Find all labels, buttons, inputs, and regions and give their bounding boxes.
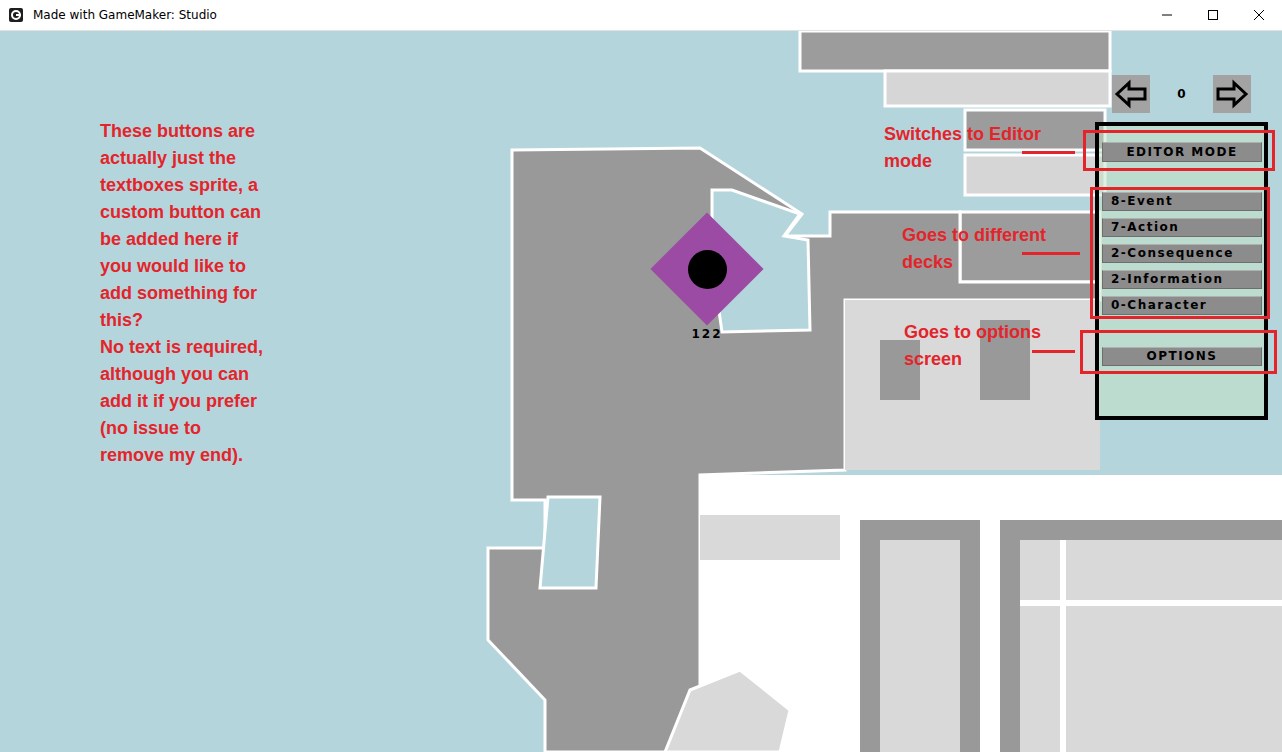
editor-mode-button[interactable]: EDITOR MODE — [1102, 142, 1262, 162]
callout-box — [1083, 130, 1275, 171]
left-arrow-icon — [1112, 75, 1150, 113]
callout-pointer — [1022, 252, 1080, 255]
game-window: Made with GameMaker: Studio These button… — [0, 0, 1282, 752]
callout-line: Goes to options — [904, 319, 1041, 346]
minimize-button[interactable] — [1144, 0, 1190, 30]
page-counter: 0 — [1177, 87, 1185, 101]
deck-button[interactable]: 8-Event — [1102, 192, 1262, 211]
callout-label: Goes to optionsscreen — [904, 319, 1041, 373]
annotation-line: although you can — [100, 361, 263, 388]
callout-box — [1080, 330, 1277, 374]
window-title: Made with GameMaker: Studio — [33, 8, 217, 22]
marker-label: 122 — [677, 327, 737, 341]
map-city — [665, 475, 1282, 752]
callout-box — [1090, 187, 1270, 319]
annotation-line: textboxes sprite, a — [100, 172, 263, 199]
game-view: These buttons areactually just thetextbo… — [0, 31, 1282, 752]
callout-label: Goes to differentdecks — [902, 222, 1046, 276]
deck-list: 8-Event 7-Action 2-Consequence 2-Informatio… — [1102, 192, 1262, 315]
annotation-line: remove my end). — [100, 442, 263, 469]
annotation-line: add something for — [100, 280, 263, 307]
callout-line: Switches to Editor — [884, 121, 1041, 148]
prev-button[interactable] — [1112, 75, 1150, 113]
map-water — [0, 31, 1282, 752]
title-bar: Made with GameMaker: Studio — [0, 0, 1282, 31]
annotation-line: you would like to — [100, 253, 263, 280]
deck-button[interactable]: 2-Information — [1102, 270, 1262, 289]
map-pond — [540, 497, 600, 588]
callout-pointer — [1022, 151, 1075, 154]
map-marker[interactable] — [651, 213, 764, 326]
callout-pointer — [1032, 350, 1075, 353]
menu-panel: EDITOR MODE 8-Event 7-Action 2-Consequence… — [1095, 122, 1268, 420]
map-buildings — [845, 300, 1100, 470]
callout-line: screen — [904, 346, 1041, 373]
maximize-icon — [1208, 10, 1218, 20]
deck-button[interactable]: 0-Character — [1102, 296, 1262, 315]
deck-button[interactable]: 7-Action — [1102, 218, 1262, 237]
callout-line: mode — [884, 148, 1041, 175]
deck-button[interactable]: 2-Consequence — [1102, 244, 1262, 263]
annotation-line: be added here if — [100, 226, 263, 253]
right-arrow-icon — [1213, 75, 1251, 113]
marker-dot — [688, 250, 727, 289]
pager: 0 — [1095, 75, 1268, 113]
annotation-line: No text is required, — [100, 334, 263, 361]
gamemaker-icon — [9, 8, 23, 22]
minimize-icon — [1162, 10, 1172, 20]
annotation-line: this? — [100, 307, 263, 334]
callout-line: Goes to different — [902, 222, 1046, 249]
maximize-button[interactable] — [1190, 0, 1236, 30]
side-menu: 0 EDITOR MODE 8-Event 7-Action 2-Consequen… — [1095, 75, 1268, 420]
annotation-note: These buttons areactually just thetextbo… — [100, 118, 263, 469]
close-button[interactable] — [1236, 0, 1282, 30]
annotation-line: custom button can — [100, 199, 263, 226]
callout-label: Switches to Editormode — [884, 121, 1041, 175]
close-icon — [1254, 10, 1264, 20]
annotation-line: add it if you prefer — [100, 388, 263, 415]
annotation-line: actually just the — [100, 145, 263, 172]
options-button[interactable]: OPTIONS — [1102, 347, 1262, 366]
annotation-line: (no issue to — [100, 415, 263, 442]
next-button[interactable] — [1213, 75, 1251, 113]
annotation-line: These buttons are — [100, 118, 263, 145]
